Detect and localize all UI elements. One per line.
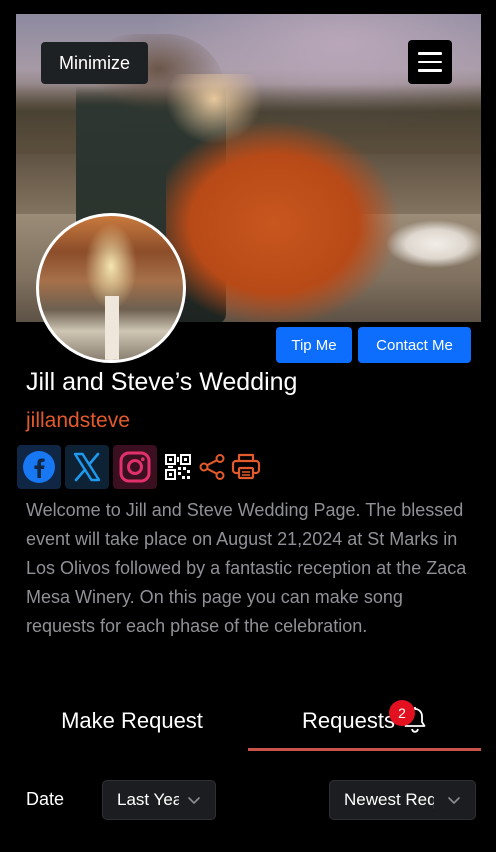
sort-order-select[interactable]: Newest Requests — [329, 780, 476, 820]
tab-requests[interactable]: Requests — [248, 690, 481, 752]
minimize-button[interactable]: Minimize — [41, 42, 148, 84]
profile-handle-link[interactable]: jillandsteve — [26, 409, 130, 433]
qr-code-icon[interactable] — [161, 450, 195, 484]
active-tab-indicator — [248, 748, 481, 751]
tip-me-button[interactable]: Tip Me — [276, 327, 352, 363]
page: Minimize Tip Me Contact Me Jill and Stev… — [0, 0, 496, 852]
date-filter-label: Date — [26, 789, 65, 809]
facebook-icon[interactable] — [17, 445, 61, 489]
x-icon[interactable] — [65, 445, 109, 489]
date-filter-select[interactable]: Last Year — [102, 780, 216, 820]
share-icon[interactable] — [195, 450, 229, 484]
page-title: Jill and Steve’s Wedding — [26, 368, 298, 396]
avatar — [36, 213, 186, 363]
requests-count-badge: 2 — [389, 700, 415, 726]
event-description: Welcome to Jill and Steve Wedding Page. … — [26, 500, 467, 636]
contact-me-button[interactable]: Contact Me — [358, 327, 471, 363]
chevron-down-icon — [188, 797, 200, 804]
hamburger-menu-icon[interactable] — [408, 40, 452, 84]
chevron-down-icon — [448, 797, 460, 804]
instagram-icon[interactable] — [113, 445, 157, 489]
tab-make-request[interactable]: Make Request — [16, 690, 248, 752]
date-filter-value: Last Year — [117, 790, 179, 809]
tab-requests-label: Requests — [302, 708, 395, 733]
sort-order-value: Newest Requests — [344, 790, 434, 809]
social-links-row — [17, 445, 263, 489]
print-icon[interactable] — [229, 450, 263, 484]
tab-make-request-label: Make Request — [61, 708, 203, 733]
